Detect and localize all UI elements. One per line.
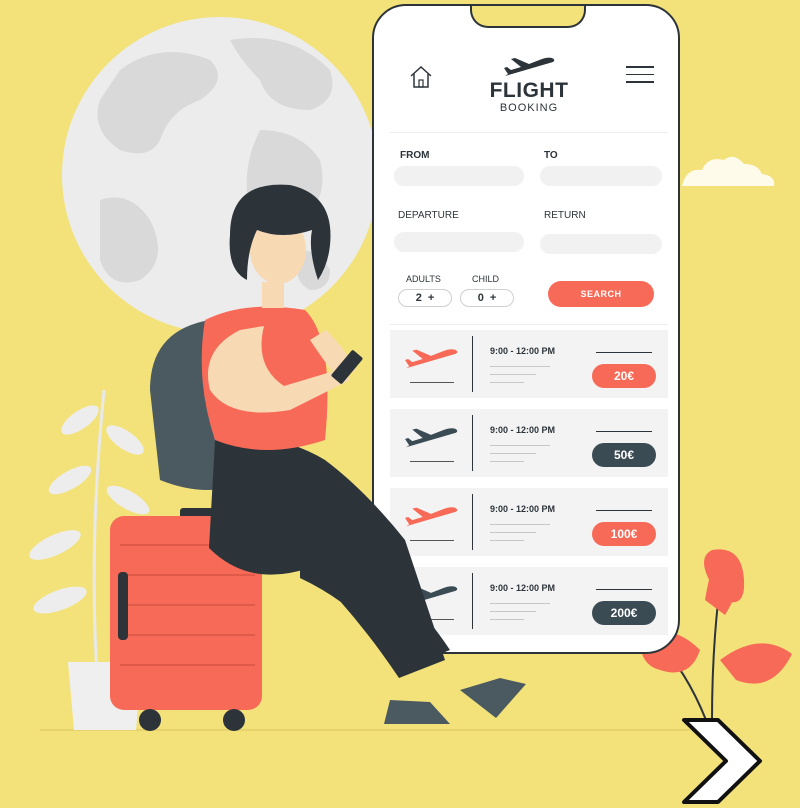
from-label: FROM (400, 150, 430, 161)
suitcase-illustration (110, 508, 262, 731)
hamburger-menu-icon[interactable] (626, 66, 654, 84)
placeholder-line (490, 382, 524, 383)
home-icon[interactable] (408, 64, 434, 90)
phone-screen: FLIGHT BOOKING FROM TO DEPARTURE RETURN … (372, 4, 680, 654)
adults-plus-button[interactable]: + (428, 292, 434, 304)
price-dash (596, 589, 652, 590)
placeholder-line (490, 611, 536, 612)
airplane-icon (405, 586, 458, 606)
header-divider (390, 132, 668, 133)
child-label: CHILD (472, 274, 500, 284)
placeholder-line (490, 603, 550, 604)
placeholder-line (490, 445, 550, 446)
plane-underline (410, 619, 454, 620)
departure-field[interactable] (394, 232, 524, 252)
row-divider (472, 573, 473, 629)
flight-time: 9:00 - 12:00 PM (490, 346, 556, 356)
child-value: 0 (477, 292, 484, 304)
flight-result-row[interactable]: 9:00 - 12:00 PM 50€ (390, 409, 668, 477)
brand-subtitle: BOOKING (499, 102, 559, 114)
row-divider (472, 415, 473, 471)
adults-stepper[interactable]: 2 + (398, 289, 452, 307)
row-divider (472, 494, 473, 550)
price-dash (596, 352, 652, 353)
price-badge[interactable]: 200€ (592, 601, 656, 625)
placeholder-line (490, 540, 524, 541)
adults-value: 2 (415, 292, 422, 304)
price-badge[interactable]: 20€ (592, 364, 656, 388)
airplane-icon (405, 428, 458, 448)
flight-result-row[interactable]: 9:00 - 12:00 PM 100€ (390, 488, 668, 556)
flight-time: 9:00 - 12:00 PM (490, 504, 556, 514)
price-dash (596, 431, 652, 432)
airplane-icon (405, 349, 458, 369)
placeholder-line (490, 524, 550, 525)
airplane-icon (405, 507, 458, 527)
to-field[interactable] (540, 166, 662, 186)
return-field[interactable] (540, 234, 662, 254)
child-plus-button[interactable]: + (490, 292, 496, 304)
placeholder-line (490, 374, 536, 375)
placeholder-line (490, 619, 524, 620)
departure-label: DEPARTURE (398, 210, 459, 221)
chevron-right-icon[interactable] (680, 716, 764, 806)
price-badge[interactable]: 50€ (592, 443, 656, 467)
phone-notch (470, 6, 586, 28)
airplane-icon (504, 57, 555, 76)
plane-underline (410, 540, 454, 541)
placeholder-line (490, 532, 536, 533)
child-stepper[interactable]: 0 + (460, 289, 514, 307)
flight-result-row[interactable]: 9:00 - 12:00 PM 20€ (390, 330, 668, 398)
plane-underline (410, 461, 454, 462)
row-divider (472, 336, 473, 392)
flight-time: 9:00 - 12:00 PM (490, 583, 556, 593)
adults-label: ADULTS (406, 274, 441, 284)
globe-illustration (62, 17, 378, 333)
app-logo: FLIGHT BOOKING (474, 56, 584, 114)
results-divider (390, 324, 668, 325)
placeholder-line (490, 461, 524, 462)
search-button[interactable]: SEARCH (548, 281, 654, 307)
flight-result-row[interactable]: 9:00 - 12:00 PM 200€ (390, 567, 668, 635)
brand-title: FLIGHT (489, 79, 569, 102)
plane-underline (410, 382, 454, 383)
return-label: RETURN (544, 210, 586, 221)
to-label: TO (544, 150, 558, 161)
from-field[interactable] (394, 166, 524, 186)
cloud-illustration (682, 156, 775, 186)
placeholder-line (490, 453, 536, 454)
placeholder-line (490, 366, 550, 367)
flight-time: 9:00 - 12:00 PM (490, 425, 556, 435)
price-dash (596, 510, 652, 511)
price-badge[interactable]: 100€ (592, 522, 656, 546)
